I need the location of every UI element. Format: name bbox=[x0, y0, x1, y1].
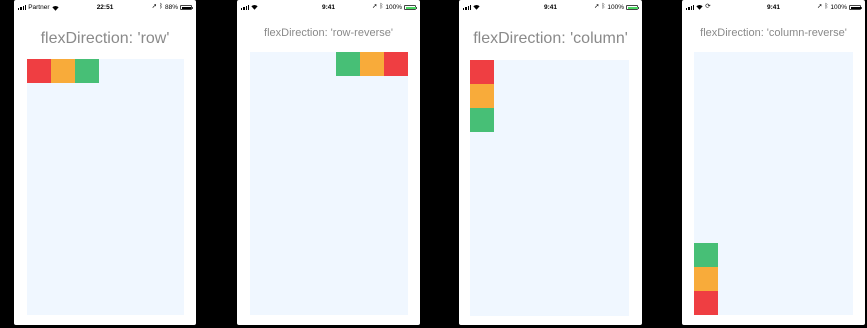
green-box bbox=[336, 52, 360, 76]
location-arrow-icon: ➚ bbox=[372, 3, 378, 11]
status-bar: ⟳ 9:41 ➚ ᛒ 100% bbox=[682, 0, 865, 14]
phone-screen-row: Partner 22:51 ➚ ᛒ 88% flexDirection: 'ro… bbox=[14, 0, 196, 325]
orange-box bbox=[51, 59, 75, 83]
battery-percent: 100% bbox=[385, 4, 402, 11]
battery-icon bbox=[849, 5, 862, 10]
battery-icon bbox=[404, 5, 417, 10]
orange-box bbox=[694, 267, 718, 291]
bluetooth-icon: ᛒ bbox=[379, 3, 384, 11]
flex-container bbox=[27, 59, 184, 315]
phone-screen-row-reverse: 9:41 ➚ ᛒ 100% flexDirection: 'row-revers… bbox=[237, 0, 420, 325]
battery-percent: 100% bbox=[830, 4, 847, 11]
green-box bbox=[75, 59, 99, 83]
orange-box bbox=[470, 84, 494, 108]
location-arrow-icon: ➚ bbox=[151, 3, 158, 11]
red-box bbox=[694, 291, 718, 315]
red-box bbox=[27, 59, 51, 83]
bluetooth-icon: ᛒ bbox=[824, 3, 829, 11]
red-box bbox=[470, 60, 494, 84]
page-title: flexDirection: 'row-reverse' bbox=[264, 27, 393, 39]
bluetooth-icon: ᛒ bbox=[601, 3, 606, 11]
battery-icon bbox=[626, 5, 639, 10]
status-bar: Partner 22:51 ➚ ᛒ 88% bbox=[14, 0, 196, 14]
flex-container bbox=[250, 52, 408, 315]
status-bar: 9:41 ➚ ᛒ 100% bbox=[237, 0, 420, 14]
location-arrow-icon: ➚ bbox=[817, 3, 823, 11]
flex-container bbox=[470, 60, 629, 316]
page-title: flexDirection: 'row' bbox=[40, 30, 170, 47]
orange-box bbox=[360, 52, 384, 76]
green-box bbox=[470, 108, 494, 132]
green-box bbox=[694, 243, 718, 267]
flex-container bbox=[694, 52, 853, 315]
location-arrow-icon: ➚ bbox=[594, 3, 600, 11]
battery-percent: 100% bbox=[607, 4, 624, 11]
status-bar: 9:41 ➚ ᛒ 100% bbox=[459, 0, 642, 14]
phone-screen-column: 9:41 ➚ ᛒ 100% flexDirection: 'column' bbox=[459, 0, 642, 325]
red-box bbox=[384, 52, 408, 76]
page-title: flexDirection: 'column-reverse' bbox=[700, 27, 847, 39]
battery-icon bbox=[180, 5, 193, 10]
bluetooth-icon: ᛒ bbox=[159, 3, 163, 11]
battery-percent: 88% bbox=[164, 4, 178, 11]
phone-screen-column-reverse: ⟳ 9:41 ➚ ᛒ 100% flexDirection: 'column-r… bbox=[682, 0, 865, 325]
page-title: flexDirection: 'column' bbox=[473, 30, 628, 47]
